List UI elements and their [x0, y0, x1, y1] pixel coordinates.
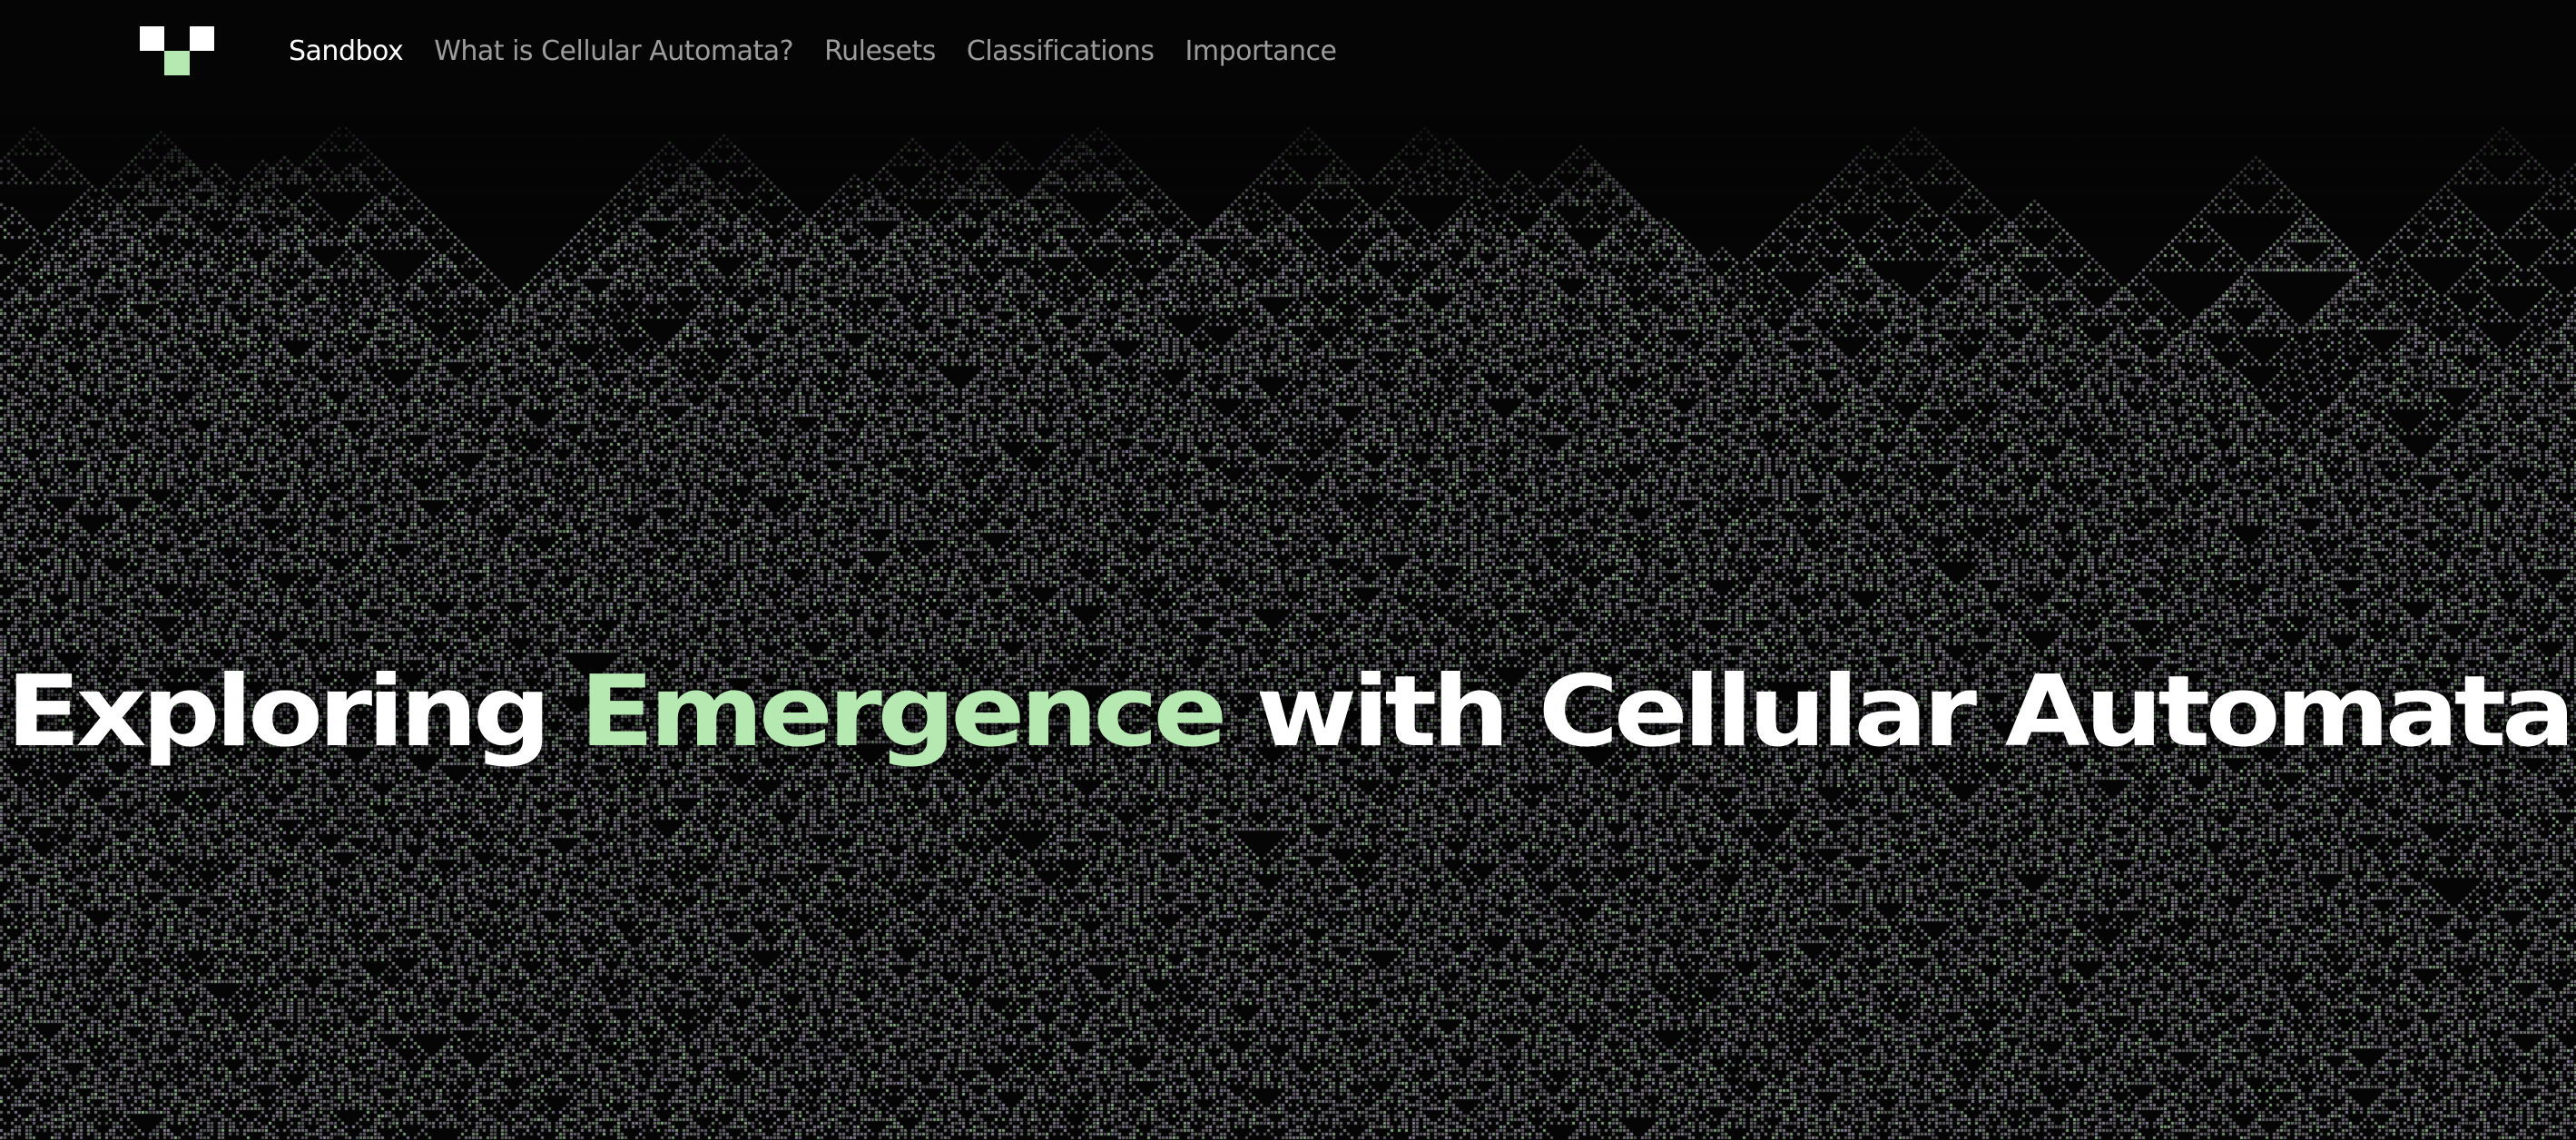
hero-title-accent: Emergence — [579, 655, 1227, 769]
top-navbar: Sandbox What is Cellular Automata? Rules… — [0, 0, 2576, 102]
nav-link-rulesets[interactable]: Rulesets — [824, 35, 936, 67]
nav-link-importance[interactable]: Importance — [1185, 35, 1337, 67]
nav-link-sandbox[interactable]: Sandbox — [289, 35, 404, 67]
hero-title: Exploring Emergence with Cellular Automa… — [5, 663, 2575, 762]
cellular-automaton-background — [0, 0, 2576, 1140]
hero-section: Exploring Emergence with Cellular Automa… — [0, 626, 2576, 799]
page: Sandbox What is Cellular Automata? Rules… — [0, 0, 2576, 1140]
hero-title-start: Exploring — [5, 655, 580, 769]
nav-links: Sandbox What is Cellular Automata? Rules… — [289, 27, 1337, 74]
nav-link-what-is-cellular-automata[interactable]: What is Cellular Automata? — [434, 35, 793, 67]
pixel-chevron-logo-icon[interactable] — [140, 26, 214, 75]
hero-title-end: with Cellular Automata — [1222, 655, 2575, 769]
nav-link-classifications[interactable]: Classifications — [967, 35, 1155, 67]
